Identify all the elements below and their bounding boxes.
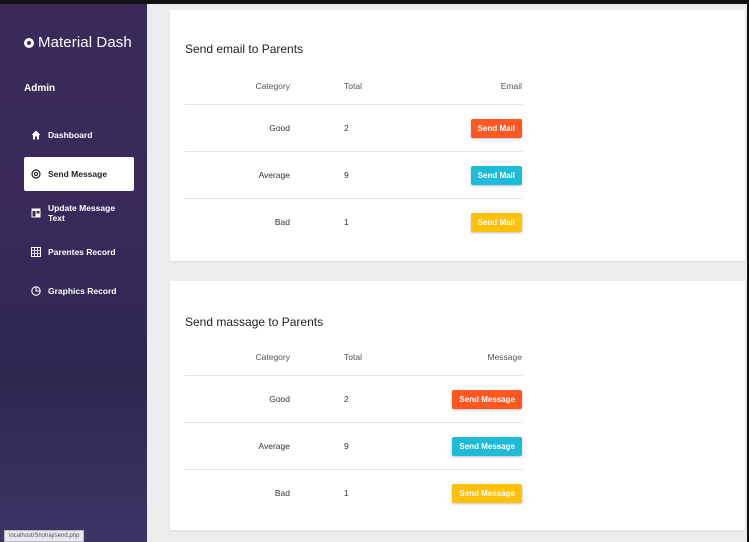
send-message-average-button[interactable]: Send Message <box>452 436 522 456</box>
sidebar-item-label: Send Message <box>48 169 108 179</box>
table-row: Good 2 Send Mail <box>185 104 523 152</box>
sidebar-item-label: Parentes Record <box>48 247 116 257</box>
send-message-good-button[interactable]: Send Message <box>452 389 522 409</box>
user-role: Admin <box>24 83 56 94</box>
header-email: Email <box>500 81 522 91</box>
table-row: Bad 1 Send Message <box>185 469 523 516</box>
brand[interactable]: Material Dash <box>24 34 132 51</box>
table-row: Average 9 Send Message <box>185 422 523 470</box>
email-card: Send email to Parents Category Total Ema… <box>170 10 745 261</box>
category-cell: Bad <box>185 469 290 516</box>
total-cell: 9 <box>290 151 401 199</box>
send-message-bad-button[interactable]: Send Message <box>452 483 522 503</box>
header-total: Total <box>344 352 362 362</box>
message-table: Category Total Message Good 2 Send Messa… <box>185 339 523 516</box>
send-mail-bad-button[interactable]: Send Mail <box>470 212 522 232</box>
sidebar-nav: Dashboard Send Message Update Message Te… <box>24 118 134 313</box>
header-message: Message <box>487 352 523 362</box>
grid-icon <box>30 246 42 258</box>
header-total: Total <box>344 81 362 91</box>
message-card: Send massage to Parents Category Total M… <box>170 281 745 530</box>
table-header-row: Category Total Message <box>185 339 523 376</box>
at-icon <box>30 168 42 180</box>
sidebar-item-label: Graphics Record <box>48 286 117 296</box>
table-row: Average 9 Send Mail <box>185 151 523 199</box>
sidebar-item-parentes-record[interactable]: Parentes Record <box>24 235 134 269</box>
category-cell: Average <box>185 151 290 199</box>
chart-icon <box>30 285 42 297</box>
email-table: Category Total Email Good 2 Send Mail Av… <box>185 68 523 245</box>
sidebar-item-graphics-record[interactable]: Graphics Record <box>24 274 134 308</box>
window-icon <box>30 207 42 219</box>
total-cell: 2 <box>290 104 401 152</box>
header-category: Category <box>255 352 291 362</box>
brand-title: Material Dash <box>38 34 132 51</box>
sidebar-item-label: Dashboard <box>48 130 93 140</box>
total-cell: 9 <box>290 422 401 470</box>
table-row: Good 2 Send Message <box>185 375 523 423</box>
category-cell: Good <box>185 375 290 423</box>
table-row: Bad 1 Send Mail <box>185 198 523 245</box>
category-cell: Good <box>185 104 290 152</box>
message-card-title: Send massage to Parents <box>185 315 324 329</box>
total-cell: 1 <box>290 198 401 245</box>
sidebar: Material Dash Admin Dashboard Send Messa… <box>0 4 147 542</box>
status-bar-url: localhost/Shohaj/send.php <box>4 530 85 542</box>
header-category: Category <box>255 81 291 91</box>
table-header-row: Category Total Email <box>185 68 523 105</box>
send-mail-average-button[interactable]: Send Mail <box>470 165 522 185</box>
sidebar-item-dashboard[interactable]: Dashboard <box>24 118 134 152</box>
total-cell: 2 <box>290 375 401 423</box>
brand-logo-icon <box>24 37 34 48</box>
total-cell: 1 <box>290 469 401 516</box>
send-mail-good-button[interactable]: Send Mail <box>470 118 522 138</box>
sidebar-item-label: Update Message Text <box>47 203 116 223</box>
category-cell: Bad <box>185 198 290 245</box>
home-icon <box>30 129 42 141</box>
category-cell: Average <box>185 422 290 470</box>
sidebar-item-update-message-text[interactable]: Update Message Text <box>24 196 134 230</box>
sidebar-item-send-message[interactable]: Send Message <box>24 157 134 191</box>
email-card-title: Send email to Parents <box>185 42 304 56</box>
